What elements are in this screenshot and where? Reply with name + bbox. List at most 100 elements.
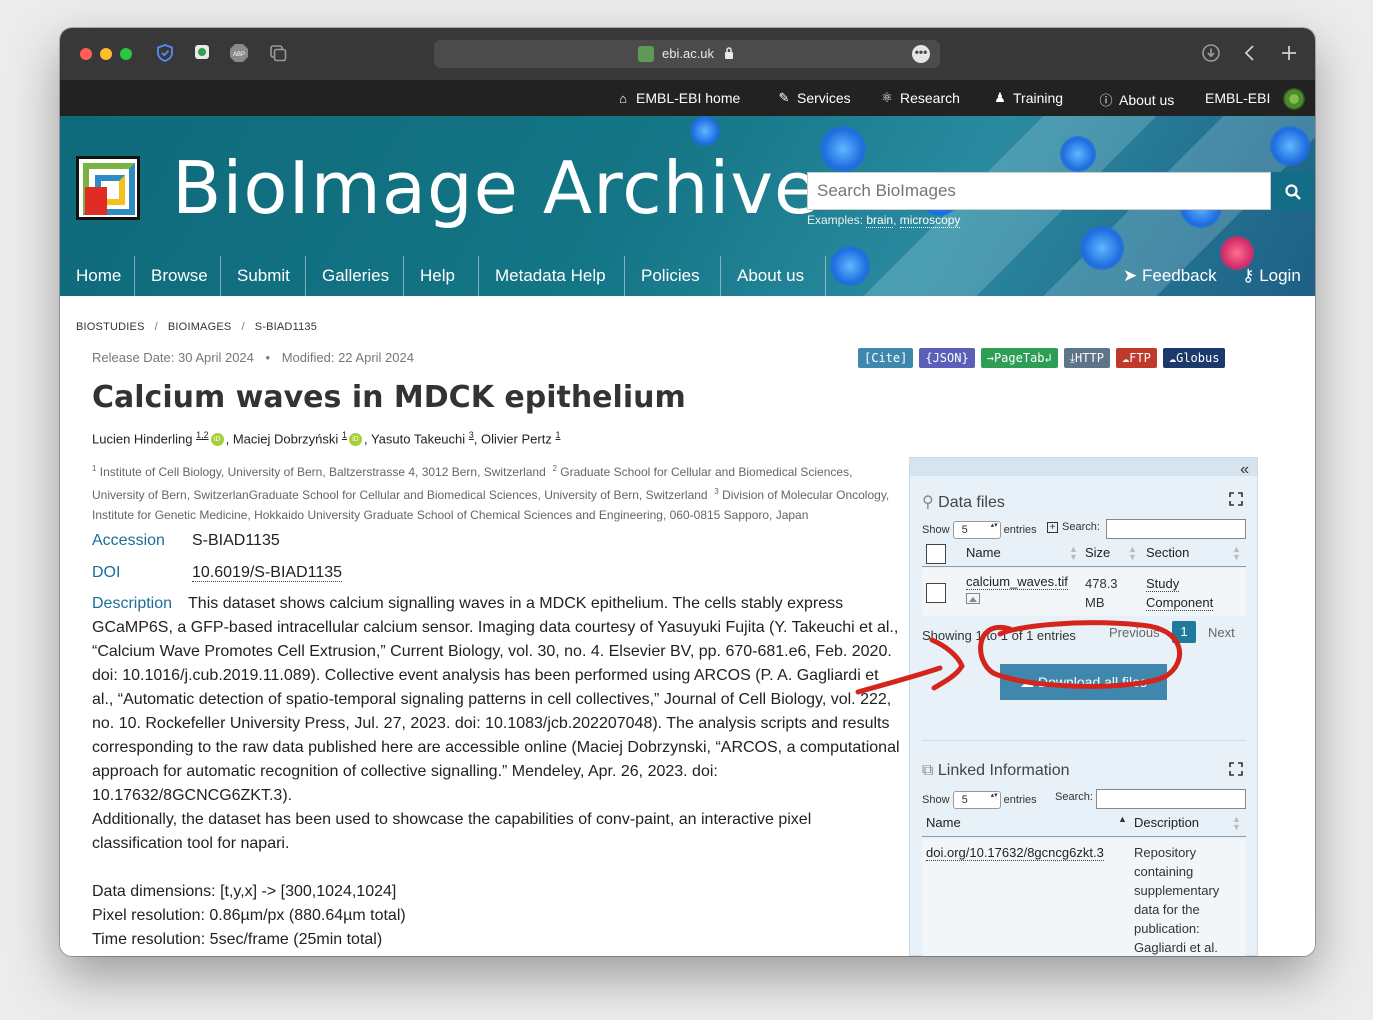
extension-icon[interactable] [191,43,213,65]
page-menu-button[interactable]: ••• [912,45,930,63]
adblock-icon[interactable]: ABP [228,43,250,65]
pagetab-badge[interactable]: →PageTab↲ [980,348,1058,368]
shield-icon[interactable] [154,43,176,65]
section-link[interactable]: Study [1146,576,1180,592]
sort-asc-icon[interactable]: ▲ [1118,815,1127,824]
feedback-link[interactable]: ➤ Feedback [1123,256,1217,296]
search-button[interactable] [1271,172,1315,210]
bioimage-archive-logo[interactable] [76,156,140,220]
ebi-about-link[interactable]: ⓘ About us [1099,90,1174,109]
nav-help[interactable]: Help [404,256,479,296]
sort-icon[interactable]: ▲ ▼ [1069,545,1078,562]
nav-browse[interactable]: Browse [135,256,221,296]
minimize-window-button[interactable] [100,48,112,60]
author-affiliation-ref[interactable]: 3 [469,430,474,440]
ebi-training-link[interactable]: ♟ Training [993,90,1063,106]
nav-galleries[interactable]: Galleries [306,256,404,296]
banner-decoration [1060,136,1096,172]
table-row: calcium_waves.tif 478.3 MB Study Compone… [922,568,1246,616]
nav-metadata-help[interactable]: Metadata Help [479,256,625,296]
sort-icon[interactable]: ▲ ▼ [1232,545,1241,562]
example-link-brain[interactable]: brain [866,213,894,228]
cite-badge[interactable]: [Cite] [858,348,914,368]
author-name[interactable]: Lucien Hinderling [92,431,192,446]
site-title[interactable]: BioImage Archive [172,146,819,230]
ebi-global-nav: ⌂ EMBL-EBI home ✎ Services ⚛ Research ♟ … [60,80,1315,116]
row-checkbox[interactable] [926,583,946,603]
file-link[interactable]: calcium_waves.tif [966,574,1068,590]
download-icon[interactable] [1200,43,1222,65]
ebi-services-link[interactable]: ✎ Services [777,90,851,106]
orcid-icon[interactable]: iD [210,433,224,447]
cloud-download-icon: ☁ [1020,674,1035,690]
expand-icon[interactable] [1229,492,1243,509]
column-header-section[interactable]: Section [1146,545,1189,560]
ebi-brand-link[interactable]: EMBL-EBI [1205,90,1270,106]
new-tab-icon[interactable] [1278,43,1300,65]
author-name[interactable]: Olivier Pertz [481,431,552,446]
section-link[interactable]: Component [1146,595,1214,611]
select-all-checkbox[interactable] [926,544,946,564]
close-window-button[interactable] [80,48,92,60]
breadcrumb-biostudies[interactable]: BIOSTUDIES [76,321,145,333]
collapse-sidebar-icon[interactable]: « [1240,461,1249,479]
author-affiliation-ref[interactable]: 1 [342,430,347,440]
linked-doi-link[interactable]: doi.org/10.17632/8gcncg6zkt.3 [926,845,1104,861]
globus-badge[interactable]: ☁Globus [1162,348,1226,368]
search-input[interactable] [808,173,1270,209]
banner-decoration [1270,126,1310,166]
nav-home[interactable]: Home [60,256,135,296]
study-page: BIOSTUDIES / BIOIMAGES / S-BIAD1135 Release … [60,296,1315,956]
breadcrumb-bioimages[interactable]: BIOIMAGES [168,321,232,333]
zoom-window-button[interactable] [120,48,132,60]
release-info: Release Date: 30 April 2024 • Modified: … [92,350,414,365]
pagination-next[interactable]: Next [1208,625,1235,640]
json-badge[interactable]: {JSON} [919,348,975,368]
search-field[interactable] [807,172,1271,210]
example-link-microscopy[interactable]: microscopy [899,213,961,228]
doi-link[interactable]: 10.6019/S-BIAD1135 [192,564,343,582]
address-bar[interactable]: ebi.ac.uk ••• [434,40,940,68]
http-badge[interactable]: ⤓HTTP [1063,348,1110,368]
column-header-name[interactable]: Name [966,545,1001,560]
author-name[interactable]: Yasuto Takeuchi [371,431,465,446]
author-affiliation-ref[interactable]: 1,2 [196,430,209,440]
login-link[interactable]: ⚷ Login [1242,256,1301,296]
affiliations: 1 Institute of Cell Biology, University … [92,464,890,522]
sort-icon[interactable]: ▲ ▼ [1232,815,1241,832]
data-files-search-input[interactable] [1106,519,1246,539]
column-header-description[interactable]: Description [1134,815,1199,830]
data-files-title: ⚲ Data files [922,494,1005,511]
pagination-page-1[interactable]: 1 [1172,621,1196,643]
column-header-size[interactable]: Size [1085,545,1110,560]
ebi-research-link[interactable]: ⚛ Research [880,90,960,106]
orcid-icon[interactable]: iD [348,433,362,447]
data-files-page-size-select[interactable]: 5 [952,521,1001,539]
nav-submit[interactable]: Submit [221,256,306,296]
sort-icon[interactable]: ▲ ▼ [1128,545,1137,562]
add-column-icon[interactable]: + [1047,522,1058,533]
file-section: Study Component [1146,574,1214,612]
search-examples: Examples: brain, microscopy [807,213,961,228]
table-row: doi.org/10.17632/8gcncg6zkt.3 Repository… [922,839,1246,956]
export-badges: [Cite] {JSON} →PageTab↲ ⤓HTTP ☁FTP ☁Glob… [858,348,1226,368]
image-preview-icon[interactable] [966,593,980,604]
linked-info-page-size-select[interactable]: 5 [952,791,1001,809]
nav-policies[interactable]: Policies [625,256,721,296]
expand-icon[interactable] [1229,762,1243,779]
back-icon[interactable] [1239,43,1261,65]
download-all-button[interactable]: ☁ Download all files [1000,664,1167,700]
linked-info-length: Show 5 entries [922,791,1037,809]
column-header-name[interactable]: Name [926,815,961,830]
doi-label: DOI [92,564,121,581]
ftp-badge[interactable]: ☁FTP [1115,348,1157,368]
tabs-overview-icon[interactable] [267,43,289,65]
nav-about-us[interactable]: About us [721,256,826,296]
sidebar-header [910,458,1257,476]
linked-info-search-input[interactable] [1096,789,1246,809]
ebi-home-link[interactable]: ⌂ EMBL-EBI home [616,90,740,106]
pagination-previous[interactable]: Previous [1109,625,1160,640]
author-name[interactable]: Maciej Dobrzyński [233,431,338,446]
author-affiliation-ref[interactable]: 1 [555,430,560,440]
data-files-info: Showing 1 to 1 of 1 entries [922,628,1076,643]
